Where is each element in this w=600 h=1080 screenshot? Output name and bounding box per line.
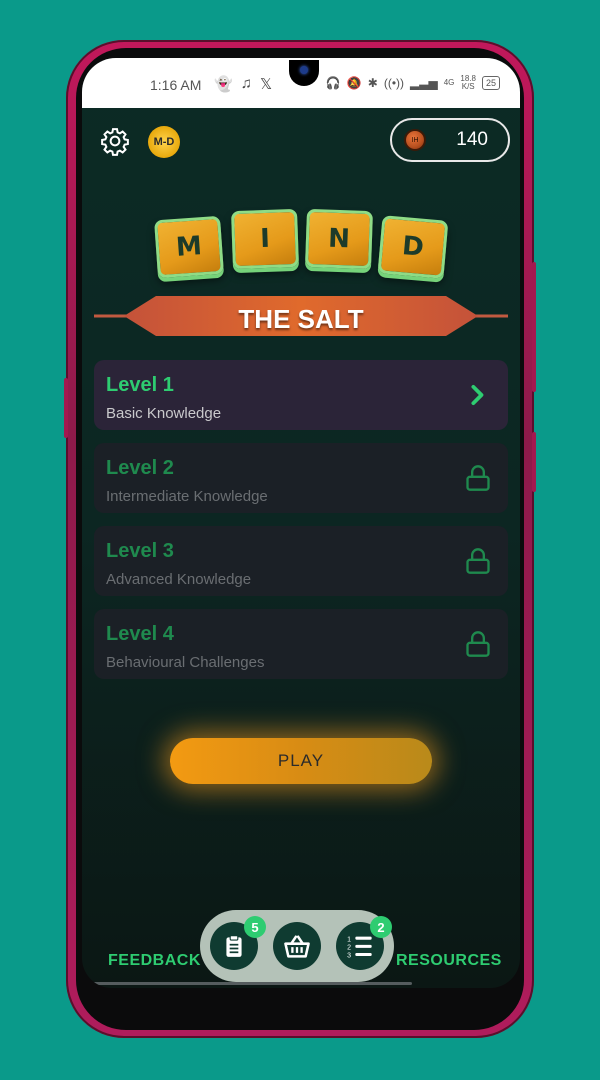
volume-button [532,262,536,392]
game-title: M I N D THE SALT [94,208,508,338]
status-time: 1:16 AM [150,77,202,93]
front-camera [289,60,319,86]
x-icon: 𝕏 [259,76,273,93]
level-title: Level 2 [106,457,174,479]
clipboard-icon [226,935,242,957]
level-item-4[interactable]: Level 4 Behavioural Challenges [94,609,508,679]
level-item-1[interactable]: Level 1 Basic Knowledge [94,360,508,430]
chevron-right-icon[interactable] [464,381,492,409]
lock-icon [466,631,490,657]
net-speed: 18.8 K/S [460,75,476,91]
status-bar: 1:16 AM 👻 ♫ 𝕏 🎧 🔕 ✱ ((•)) ▂▃▅ 4G 18.8 K/… [82,58,520,108]
coin-icon: IH [404,129,426,151]
basket-icon [284,935,310,958]
bluetooth-icon: ✱ [367,76,378,90]
level-title: Level 4 [106,623,174,645]
net-speed-unit: K/S [461,82,475,91]
level-subtitle: Behavioural Challenges [106,654,265,671]
level-title: Level 1 [106,374,174,396]
notification-icons: 👻 ♫ 𝕏 [214,75,272,93]
level-subtitle: Basic Knowledge [106,405,222,422]
app-screen: 1:16 AM 👻 ♫ 𝕏 🎧 🔕 ✱ ((•)) ▂▃▅ 4G 18.8 K/… [82,58,520,988]
tiktok-icon: ♫ [240,75,252,92]
svg-text:3: 3 [347,953,351,959]
bottom-action-bar: 5 1 2 3 2 [200,910,394,982]
level-subtitle: Intermediate Knowledge [106,488,268,505]
coin-balance[interactable]: IH 140 [390,118,510,162]
numbered-list-icon: 1 2 3 [347,936,372,959]
title-tile: N [305,208,373,270]
coin-count: 140 [456,129,488,150]
title-tile: I [231,208,299,270]
app-logo-icon[interactable]: M-D [148,126,180,158]
svg-text:1: 1 [347,936,351,943]
tasks-badge: 5 [244,916,266,938]
hotspot-icon: ((•)) [383,76,405,90]
level-title: Level 3 [106,540,174,562]
title-tile: D [377,215,449,279]
play-button[interactable]: PLAY [170,738,432,784]
svg-text:2: 2 [347,945,351,952]
system-icons: 🎧 🔕 ✱ ((•)) ▂▃▅ 4G 18.8 K/S 25 [326,75,500,91]
home-indicator[interactable] [86,982,412,985]
shop-button[interactable] [273,922,321,970]
headphones-icon: 🎧 [325,76,341,90]
signal-icon: ▂▃▅ [410,76,438,90]
level-subtitle: Advanced Knowledge [106,571,252,588]
snapchat-icon: 👻 [214,76,233,93]
settings-gear-icon[interactable] [100,126,130,156]
leaderboard-button[interactable]: 1 2 3 2 [336,916,392,970]
mute-icon: 🔕 [346,76,362,90]
title-tile: M [154,215,224,279]
ribbon-text: THE SALT [238,304,364,334]
level-item-2[interactable]: Level 2 Intermediate Knowledge [94,443,508,513]
power-button [532,432,536,492]
side-button-left [64,378,68,438]
level-list: Level 1 Basic Knowledge Level 2 Intermed… [94,360,508,692]
network-type: 4G [443,78,455,87]
level-item-3[interactable]: Level 3 Advanced Knowledge [94,526,508,596]
leaderboard-badge: 2 [370,916,392,938]
tasks-button[interactable]: 5 [210,916,266,970]
feedback-link[interactable]: FEEDBACK [108,952,201,970]
battery-indicator: 25 [481,76,500,90]
lock-icon [466,548,490,574]
resources-link[interactable]: RESOURCES [396,952,502,970]
lock-icon [466,465,490,491]
